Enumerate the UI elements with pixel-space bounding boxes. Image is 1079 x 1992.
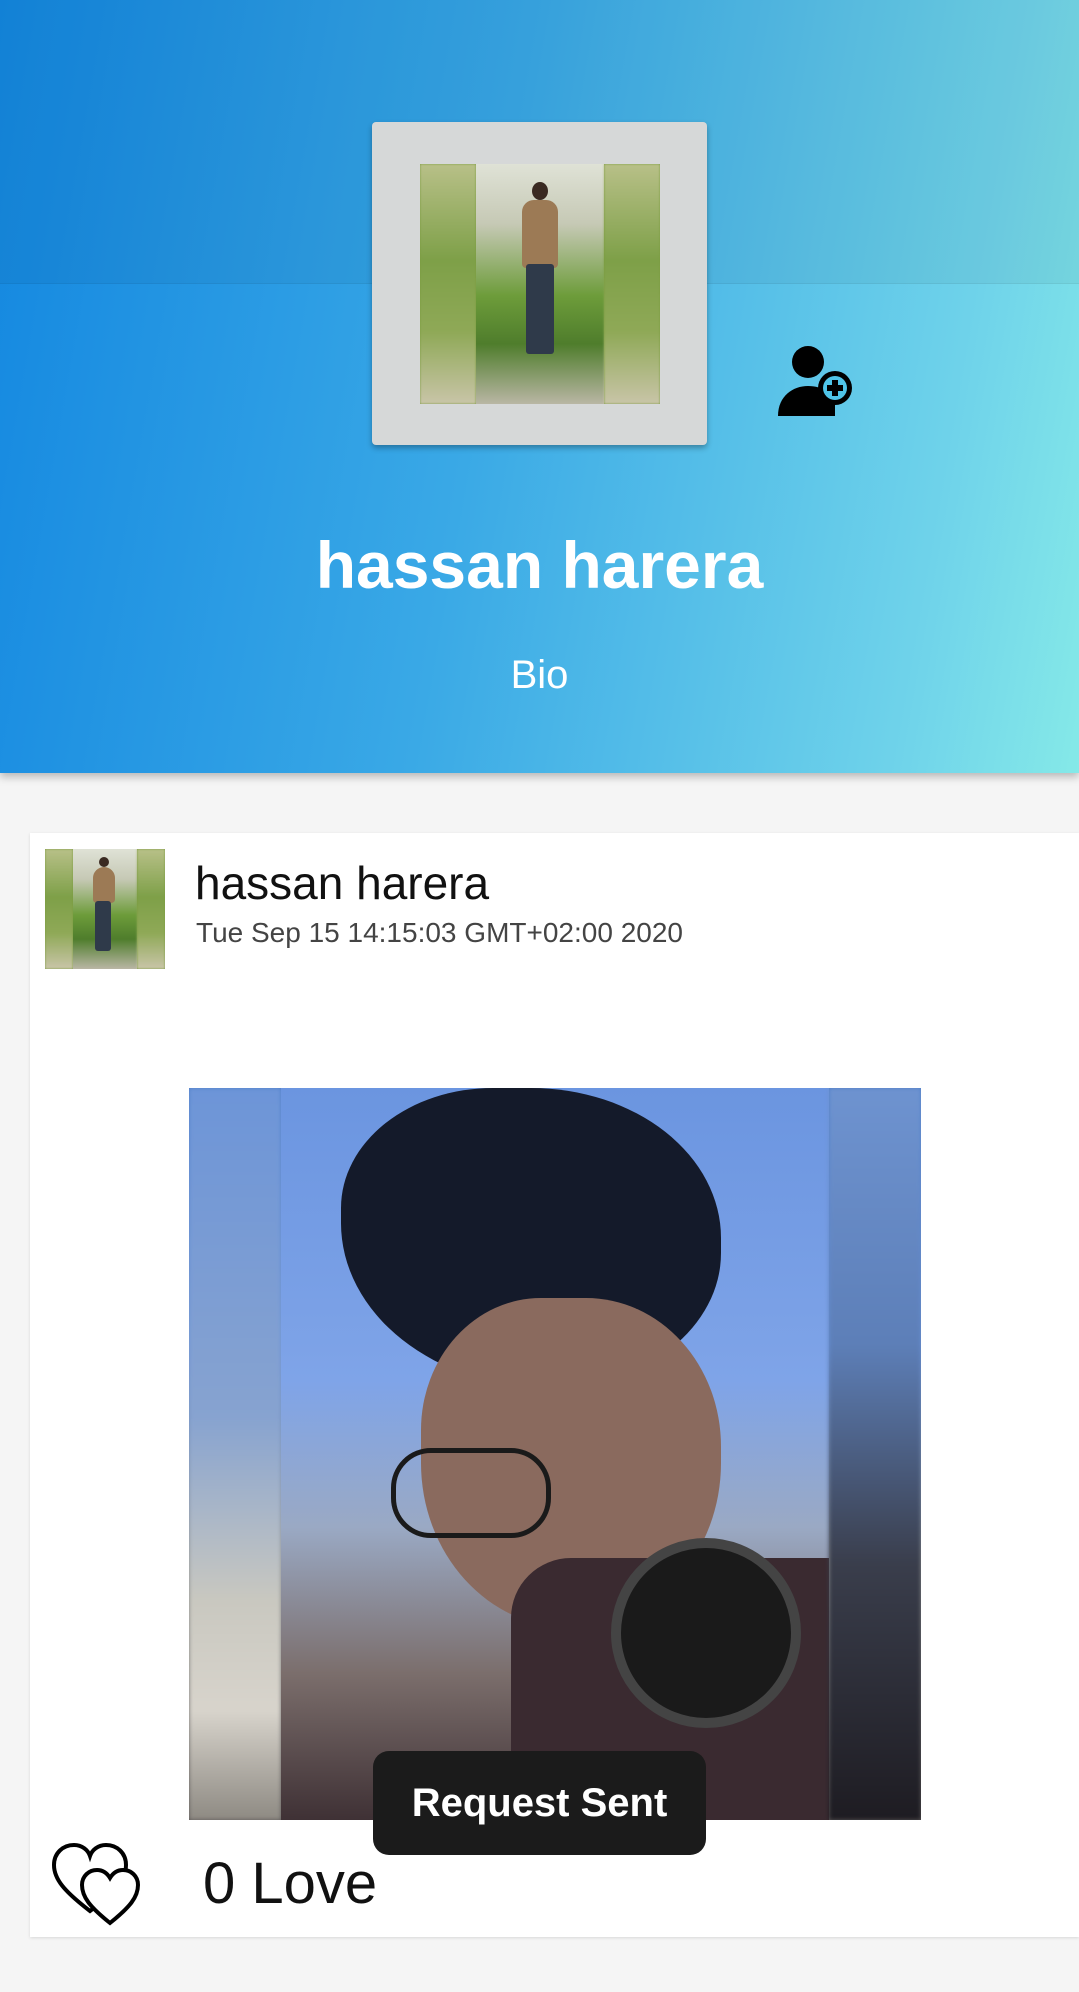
add-friend-button[interactable] [775, 340, 857, 422]
love-icon [51, 1842, 141, 1926]
post-image[interactable] [189, 1088, 921, 1820]
profile-bio: Bio [510, 653, 569, 697]
profile-picture[interactable] [420, 164, 660, 404]
love-count: 0 Love [203, 1851, 378, 1916]
profile-picture-frame[interactable] [372, 122, 707, 445]
profile-name: hassan harera [315, 528, 764, 602]
post-author-name[interactable]: hassan harera [195, 855, 489, 911]
love-button[interactable] [50, 1839, 150, 1929]
post-author-avatar[interactable] [45, 849, 165, 969]
request-sent-toast: Request Sent [373, 1751, 706, 1855]
person-add-icon [778, 346, 852, 416]
post-date: Tue Sep 15 14:15:03 GMT+02:00 2020 [196, 917, 683, 948]
profile-header: hassan harera Bio [0, 0, 1079, 773]
